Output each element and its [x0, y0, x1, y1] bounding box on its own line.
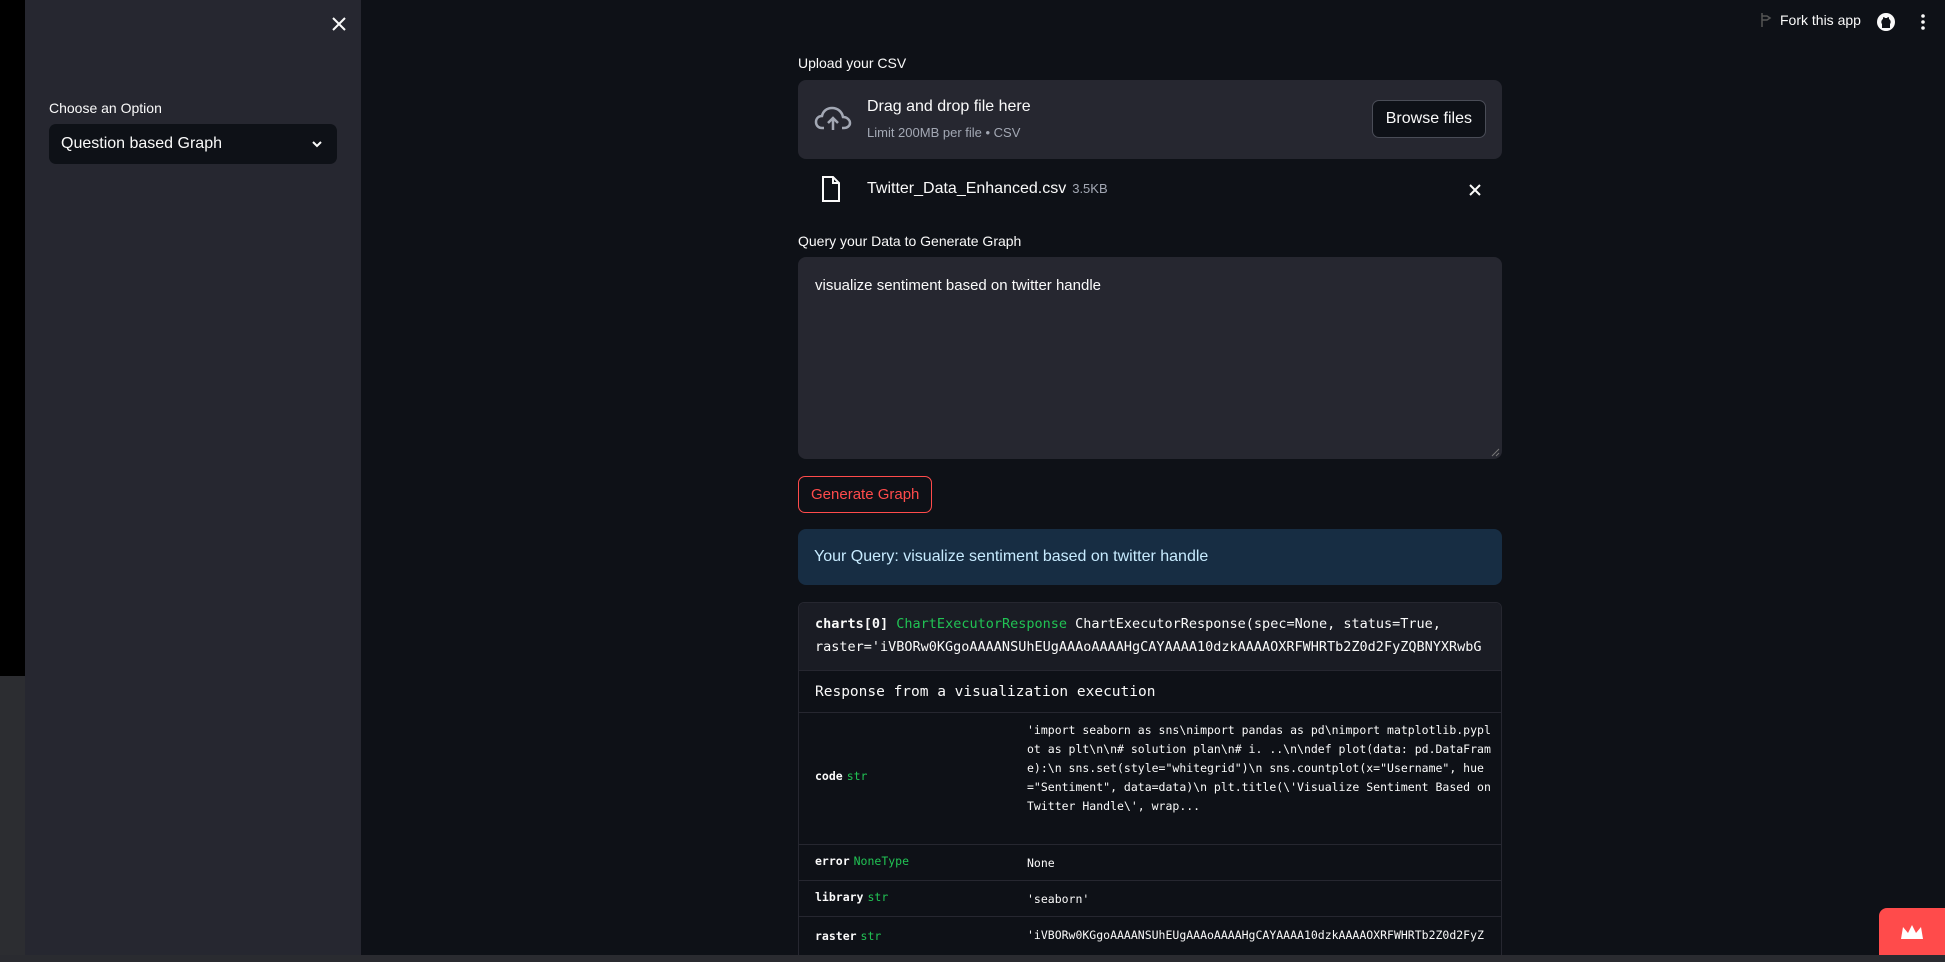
attr-value: 'seaborn' [1027, 892, 1090, 906]
attr-type: NoneType [853, 854, 910, 868]
remove-file-icon[interactable] [1466, 181, 1484, 199]
file-icon [822, 176, 840, 202]
generate-graph-button[interactable]: Generate Graph [798, 476, 933, 513]
query-input[interactable] [798, 257, 1502, 459]
inspect-repr-line2: raster='iVBORw0KGgoAAAANSUhEUgAAAoAAAAHg… [815, 639, 1482, 655]
attr-row-library: library str 'seaborn' [799, 881, 1501, 917]
drop-title: Drag and drop file here [867, 98, 1031, 115]
attr-value: 'iVBORw0KGgoAAAANSUhEUgAAAoAAAAHgCAYAAAA… [1027, 928, 1484, 942]
query-label: Query your Data to Generate Graph [798, 233, 1022, 249]
option-select[interactable]: Question based Graph [49, 124, 337, 164]
fork-app-button[interactable]: Fork this app [1760, 12, 1861, 28]
main-menu-icon[interactable] [1918, 12, 1928, 32]
inspect-type: ChartExecutorResponse [896, 616, 1067, 632]
left-strip [0, 0, 25, 962]
attr-type: str [846, 769, 868, 783]
query-info-message: Your Query: visualize sentiment based on… [798, 529, 1502, 585]
inspect-panel: charts[0] ChartExecutorResponse ChartExe… [798, 602, 1502, 962]
uploaded-file: Twitter_Data_Enhanced.csv 3.5KB [798, 170, 1502, 210]
attr-value: 'import seaborn as sns\nimport pandas as… [1027, 723, 1498, 813]
resize-grip-icon[interactable] [1490, 447, 1500, 457]
chevron-down-icon [312, 141, 322, 148]
close-sidebar-icon[interactable] [327, 12, 351, 36]
browse-files-button[interactable]: Browse files [1371, 100, 1486, 138]
file-name: Twitter_Data_Enhanced.csv [867, 180, 1067, 197]
streamlit-badge[interactable] [1879, 908, 1945, 955]
upload-label: Upload your CSV [798, 55, 907, 71]
attr-row-code: code str 'import seaborn as sns\nimport p… [799, 713, 1501, 845]
left-strip-lower [0, 676, 25, 962]
attr-key: library [815, 890, 864, 904]
attr-type: str [867, 890, 889, 904]
file-dropzone[interactable]: Drag and drop file here Limit 200MB per … [798, 80, 1502, 159]
inspect-repr-line1: ChartExecutorResponse(spec=None, status=… [1075, 616, 1441, 632]
fork-label: Fork this app [1780, 12, 1861, 28]
inspect-var-name: charts[0] [815, 616, 889, 632]
crown-icon [1901, 924, 1923, 939]
attr-key: raster [815, 929, 857, 943]
attr-type: str [860, 929, 882, 943]
cloud-upload-icon [814, 106, 852, 130]
option-label: Choose an Option [49, 100, 162, 116]
attr-row-error: error NoneType None [799, 845, 1501, 881]
inspect-header: charts[0] ChartExecutorResponse ChartExe… [799, 603, 1501, 671]
selected-option: Question based Graph [61, 135, 222, 152]
sidebar: Choose an Option Question based Graph [25, 0, 361, 955]
github-icon[interactable] [1876, 12, 1896, 32]
fork-icon [1761, 13, 1772, 27]
file-size: 3.5KB [1072, 181, 1108, 196]
attr-value: None [1027, 856, 1055, 870]
attr-key: error [815, 854, 850, 868]
inspect-docstring: Response from a visualization execution [799, 671, 1501, 713]
attr-key: code [815, 769, 843, 783]
drop-limit: Limit 200MB per file • CSV [867, 125, 1021, 140]
bottom-bar [0, 955, 1945, 962]
attr-row-raster: raster str 'iVBORw0KGgoAAAANSUhEUgAAAoAAA… [799, 917, 1501, 957]
